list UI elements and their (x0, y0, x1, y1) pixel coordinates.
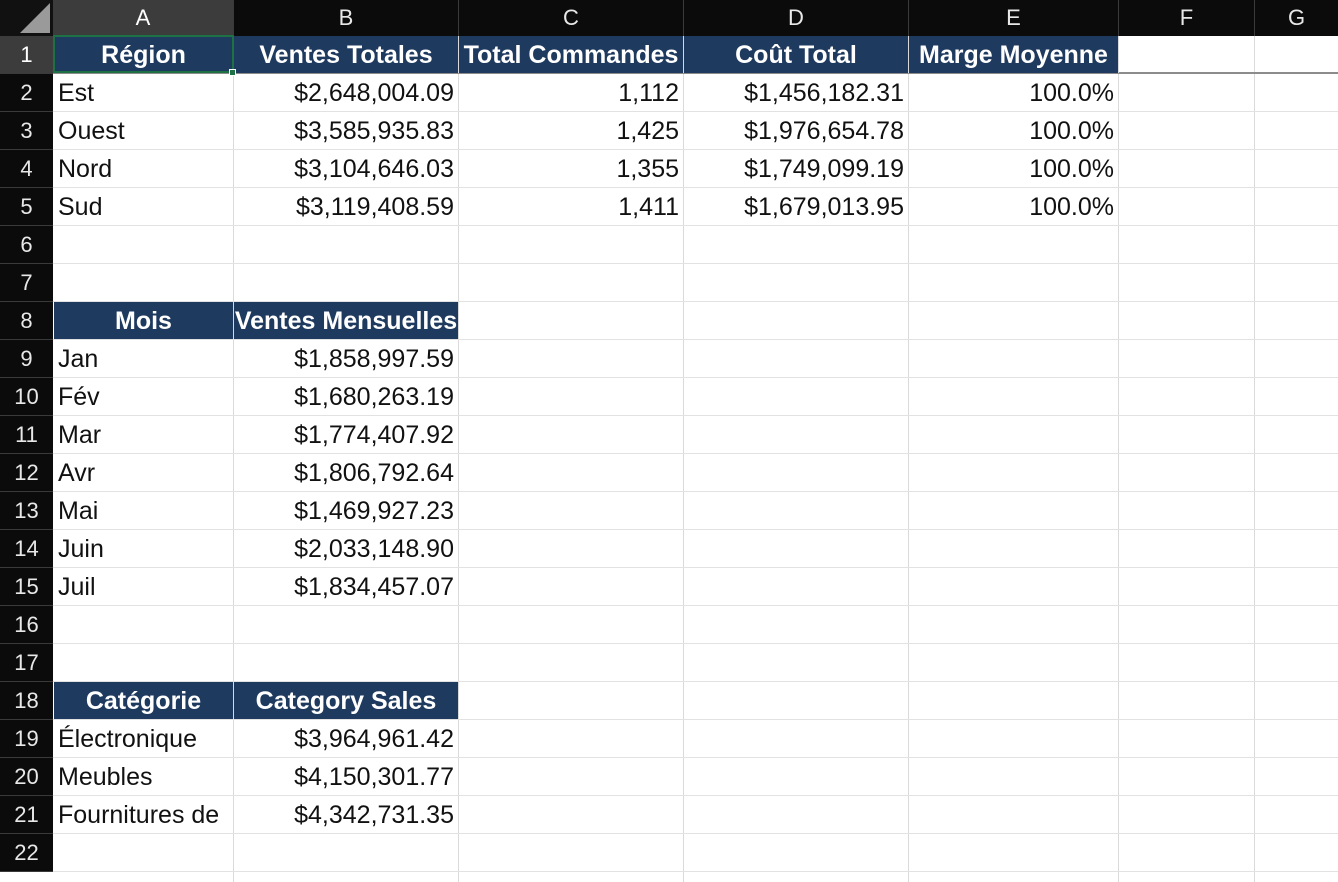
region-sales-cell[interactable]: $3,119,408.59 (234, 188, 459, 226)
region-margin-cell[interactable]: 100.0% (909, 150, 1119, 188)
row-header-7[interactable]: 7 (0, 264, 53, 302)
month-sales-cell[interactable]: $2,033,148.90 (234, 530, 459, 568)
row-header-10[interactable]: 10 (0, 378, 53, 416)
region-margin-cell[interactable]: 100.0% (909, 188, 1119, 226)
header-cell-monthly-sales[interactable]: Ventes Mensuelles (234, 302, 459, 339)
region-cost-cell[interactable]: $1,456,182.31 (684, 74, 909, 112)
category-name-cell[interactable]: Électronique (53, 720, 234, 758)
region-orders-cell[interactable]: 1,425 (459, 112, 684, 150)
region-margin-cell[interactable]: 100.0% (909, 74, 1119, 112)
month-sales-cell[interactable]: $1,469,927.23 (234, 492, 459, 530)
region-cost-cell[interactable]: $1,679,013.95 (684, 188, 909, 226)
region-orders-cell[interactable]: 1,112 (459, 74, 684, 112)
row-header-19[interactable]: 19 (0, 720, 53, 758)
row-header-18[interactable]: 18 (0, 682, 53, 720)
row-header-17[interactable]: 17 (0, 644, 53, 682)
month-sales-cell[interactable]: $1,858,997.59 (234, 340, 459, 378)
row-header-21[interactable]: 21 (0, 796, 53, 834)
region-name-cell[interactable]: Nord (53, 150, 234, 188)
column-header-d[interactable]: D (684, 0, 909, 36)
region-name-cell[interactable]: Ouest (53, 112, 234, 150)
row-header-12[interactable]: 12 (0, 454, 53, 492)
column-header-b[interactable]: B (234, 0, 459, 36)
header-cell-avg-margin[interactable]: Marge Moyenne (909, 36, 1119, 73)
column-header-g[interactable]: G (1255, 0, 1338, 36)
row-header-14[interactable]: 14 (0, 530, 53, 568)
header-cell-total-sales[interactable]: Ventes Totales (234, 36, 459, 73)
row-header-9[interactable]: 9 (0, 340, 53, 378)
row-header-4[interactable]: 4 (0, 150, 53, 188)
row-header-2[interactable]: 2 (0, 74, 53, 112)
fill-handle[interactable] (229, 69, 236, 76)
region-sales-cell[interactable]: $3,104,646.03 (234, 150, 459, 188)
row-header-22[interactable]: 22 (0, 834, 53, 872)
select-all-button[interactable] (0, 0, 53, 36)
region-name-cell[interactable]: Sud (53, 188, 234, 226)
gridline (53, 643, 1338, 644)
spreadsheet-grid: A B C D E F G 1 2 3 4 5 6 7 8 9 10 11 12… (0, 0, 1338, 882)
header-cell-total-orders[interactable]: Total Commandes (459, 36, 684, 73)
month-name-cell[interactable]: Fév (53, 378, 234, 416)
region-orders-cell[interactable]: 1,411 (459, 188, 684, 226)
row-header-11[interactable]: 11 (0, 416, 53, 454)
row-header-6[interactable]: 6 (0, 226, 53, 264)
month-sales-cell[interactable]: $1,680,263.19 (234, 378, 459, 416)
category-sales-cell[interactable]: $4,150,301.77 (234, 758, 459, 796)
month-sales-cell[interactable]: $1,774,407.92 (234, 416, 459, 454)
region-cost-cell[interactable]: $1,976,654.78 (684, 112, 909, 150)
header-cell-category-sales[interactable]: Category Sales (234, 682, 459, 719)
column-header-a[interactable]: A (53, 0, 234, 36)
row-header-3[interactable]: 3 (0, 112, 53, 150)
month-name-cell[interactable]: Avr (53, 454, 234, 492)
category-sales-cell[interactable]: $4,342,731.35 (234, 796, 459, 834)
month-name-cell[interactable]: Juil (53, 568, 234, 606)
region-sales-cell[interactable]: $3,585,935.83 (234, 112, 459, 150)
month-name-cell[interactable]: Juin (53, 530, 234, 568)
row-header-1[interactable]: 1 (0, 36, 53, 74)
region-orders-cell[interactable]: 1,355 (459, 150, 684, 188)
region-cost-cell[interactable]: $1,749,099.19 (684, 150, 909, 188)
header-cell-region[interactable]: Région (54, 36, 234, 73)
select-all-triangle-icon (20, 3, 50, 33)
column-header-f[interactable]: F (1119, 0, 1255, 36)
row-header-8[interactable]: 8 (0, 302, 53, 340)
row-header-5[interactable]: 5 (0, 188, 53, 226)
region-sales-cell[interactable]: $2,648,004.09 (234, 74, 459, 112)
category-sales-cell[interactable]: $3,964,961.42 (234, 720, 459, 758)
region-margin-cell[interactable]: 100.0% (909, 112, 1119, 150)
region-name-cell[interactable]: Est (53, 74, 234, 112)
row-header-20[interactable]: 20 (0, 758, 53, 796)
row-header-16[interactable]: 16 (0, 606, 53, 644)
month-sales-cell[interactable]: $1,806,792.64 (234, 454, 459, 492)
gridline (1254, 36, 1255, 882)
header-cell-month[interactable]: Mois (54, 302, 234, 339)
category-name-cell[interactable]: Meubles (53, 758, 234, 796)
row-header-13[interactable]: 13 (0, 492, 53, 530)
month-name-cell[interactable]: Mar (53, 416, 234, 454)
column-header-c[interactable]: C (459, 0, 684, 36)
header-cell-total-cost[interactable]: Coût Total (684, 36, 909, 73)
gridline (53, 871, 1338, 872)
month-name-cell[interactable]: Mai (53, 492, 234, 530)
month-sales-cell[interactable]: $1,834,457.07 (234, 568, 459, 606)
column-header-e[interactable]: E (909, 0, 1119, 36)
gridline (53, 263, 1338, 264)
header-cell-category[interactable]: Catégorie (54, 682, 234, 719)
month-name-cell[interactable]: Jan (53, 340, 234, 378)
category-name-cell[interactable]: Fournitures de (53, 796, 234, 834)
row-header-15[interactable]: 15 (0, 568, 53, 606)
